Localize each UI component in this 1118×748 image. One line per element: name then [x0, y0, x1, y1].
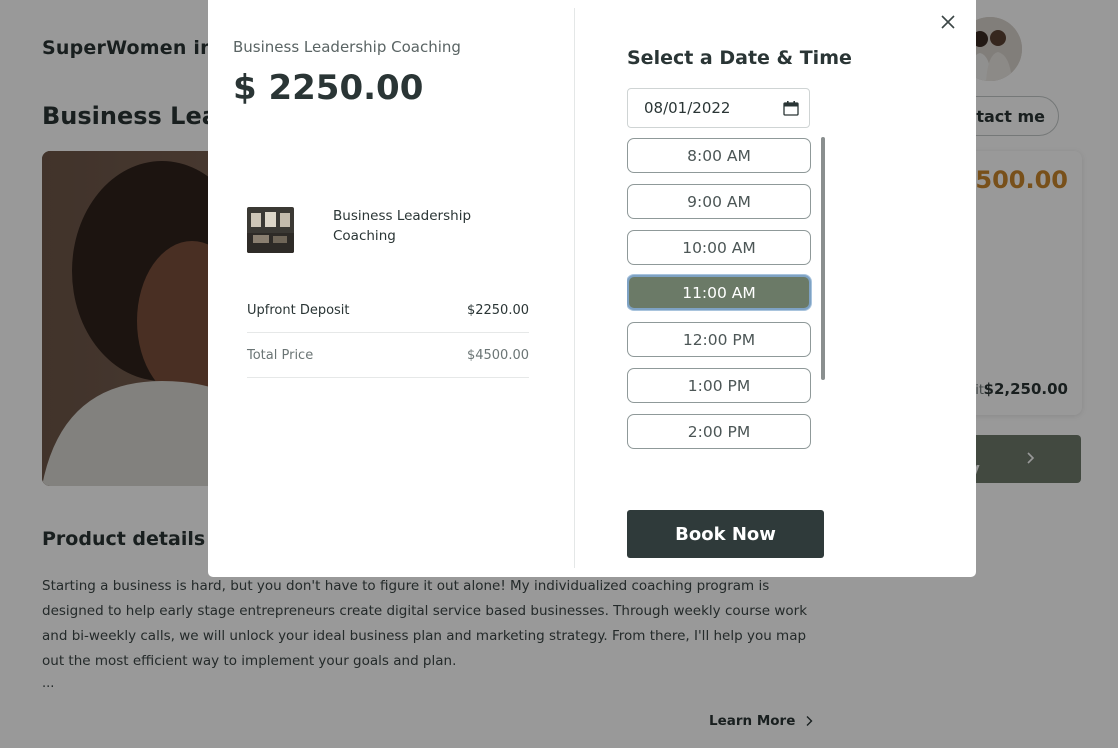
- time-slot-scrollbar[interactable]: [821, 137, 825, 380]
- calendar-icon[interactable]: [783, 100, 799, 116]
- time-slot[interactable]: 9:00 AM: [627, 184, 811, 219]
- booking-modal: Business Leadership Coaching $ 2250.00 B…: [208, 0, 976, 577]
- upfront-deposit-row: Upfront Deposit $2250.00: [247, 288, 529, 333]
- modal-price: $ 2250.00: [233, 68, 424, 108]
- modal-divider: [574, 8, 575, 568]
- summary-value: $4500.00: [466, 347, 529, 363]
- item-name: Business Leadership Coaching: [333, 208, 472, 244]
- time-slot-list[interactable]: 8:00 AM 9:00 AM 10:00 AM 11:00 AM 12:00 …: [627, 137, 824, 452]
- time-slot-selected[interactable]: 11:00 AM: [627, 275, 811, 310]
- total-price-row: Total Price $4500.00: [247, 333, 529, 378]
- time-slot[interactable]: 1:00 PM: [627, 368, 811, 403]
- order-summary-panel: Business Leadership Coaching $ 2250.00 B…: [208, 0, 574, 577]
- date-input[interactable]: 08/01/2022: [627, 88, 810, 128]
- time-slot[interactable]: 8:00 AM: [627, 138, 811, 173]
- thumbnail-image: [247, 207, 294, 253]
- time-slot[interactable]: 12:00 PM: [627, 322, 811, 357]
- select-date-time-title: Select a Date & Time: [627, 47, 852, 69]
- summary-label: Total Price: [247, 347, 314, 363]
- summary-value: $2250.00: [466, 302, 529, 318]
- time-slot[interactable]: 2:00 PM: [627, 414, 811, 449]
- close-icon: [941, 15, 955, 29]
- book-now-button[interactable]: Book Now: [627, 510, 824, 558]
- product-thumbnail: [247, 207, 294, 253]
- modal-product-title: Business Leadership Coaching: [233, 38, 461, 56]
- summary-label: Upfront Deposit: [247, 302, 350, 318]
- close-button[interactable]: [939, 13, 957, 31]
- date-value: 08/01/2022: [644, 99, 731, 117]
- time-slot[interactable]: 10:00 AM: [627, 230, 811, 265]
